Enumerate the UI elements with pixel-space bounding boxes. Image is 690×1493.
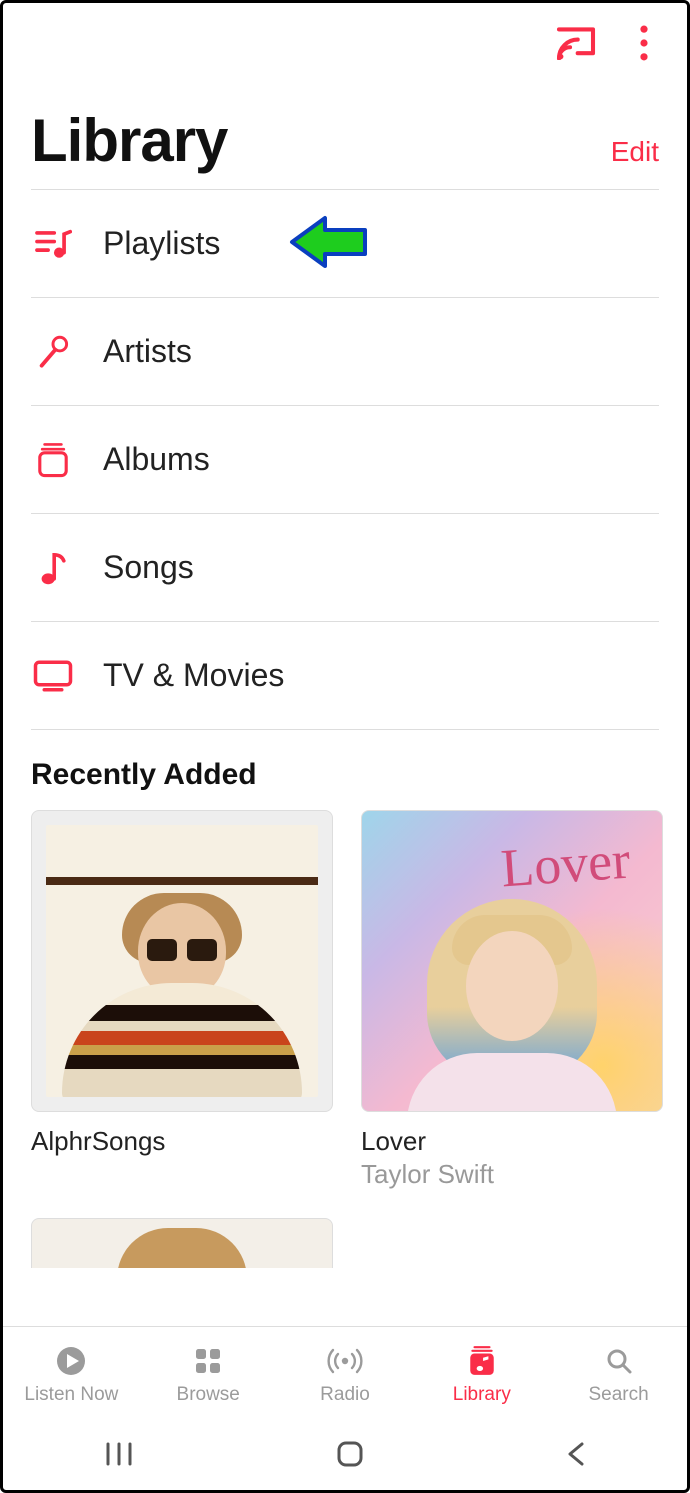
album-card-peek[interactable] xyxy=(31,1218,333,1268)
more-options-icon[interactable] xyxy=(639,25,649,66)
cast-icon[interactable] xyxy=(555,26,597,65)
recently-added-grid-row2 xyxy=(3,1190,687,1268)
android-nav-bar xyxy=(3,1422,687,1490)
page-title: Library xyxy=(31,106,227,175)
category-label: Albums xyxy=(103,441,210,478)
category-artists[interactable]: Artists xyxy=(31,298,659,406)
album-title: Lover xyxy=(361,1126,663,1157)
mic-icon xyxy=(31,335,75,369)
album-art: Lover xyxy=(361,810,663,1112)
category-playlists[interactable]: Playlists xyxy=(31,190,659,298)
library-icon xyxy=(467,1344,497,1378)
nav-home-icon[interactable] xyxy=(334,1438,366,1475)
category-label: Songs xyxy=(103,549,194,586)
album-card[interactable]: Lover Lover Taylor Swift xyxy=(361,810,663,1190)
category-albums[interactable]: Albums xyxy=(31,406,659,514)
edit-button[interactable]: Edit xyxy=(611,136,659,168)
play-icon xyxy=(55,1344,87,1378)
album-artist: Taylor Swift xyxy=(361,1159,663,1190)
tab-label: Listen Now xyxy=(24,1384,118,1406)
tab-browse[interactable]: Browse xyxy=(140,1327,277,1422)
category-tv-movies[interactable]: TV & Movies xyxy=(31,622,659,730)
tab-library[interactable]: Library xyxy=(413,1327,550,1422)
search-icon xyxy=(604,1344,634,1378)
tab-label: Browse xyxy=(177,1384,240,1406)
album-cover-text: Lover xyxy=(499,829,632,900)
note-icon xyxy=(31,550,75,586)
category-label: Artists xyxy=(103,333,192,370)
category-songs[interactable]: Songs xyxy=(31,514,659,622)
bottom-tab-bar: Listen Now Browse xyxy=(3,1326,687,1422)
album-art xyxy=(31,810,333,1112)
category-label: Playlists xyxy=(103,225,220,262)
album-icon xyxy=(31,442,75,478)
tab-label: Library xyxy=(453,1384,511,1406)
nav-back-icon[interactable] xyxy=(564,1440,588,1473)
tab-label: Radio xyxy=(320,1384,370,1406)
album-card[interactable]: AlphrSongs xyxy=(31,810,333,1190)
grid-icon xyxy=(193,1344,223,1378)
tab-radio[interactable]: Radio xyxy=(277,1327,414,1422)
album-title: AlphrSongs xyxy=(31,1126,333,1157)
nav-recents-icon[interactable] xyxy=(102,1440,136,1473)
library-header: Library Edit xyxy=(3,76,687,189)
tab-listen-now[interactable]: Listen Now xyxy=(3,1327,140,1422)
recently-added-title: Recently Added xyxy=(3,730,687,810)
annotation-arrow-icon xyxy=(289,212,369,272)
tab-label: Search xyxy=(588,1384,648,1406)
radio-icon xyxy=(325,1344,365,1378)
category-list: Playlists Artists xyxy=(3,190,687,730)
playlist-icon xyxy=(31,228,75,260)
tab-search[interactable]: Search xyxy=(550,1327,687,1422)
tv-icon xyxy=(31,659,75,693)
category-label: TV & Movies xyxy=(103,657,284,694)
recently-added-grid: AlphrSongs Lover Lover Taylor Swift xyxy=(3,810,687,1190)
top-action-bar xyxy=(3,3,687,76)
app-screen: Library Edit Playlists xyxy=(0,0,690,1493)
